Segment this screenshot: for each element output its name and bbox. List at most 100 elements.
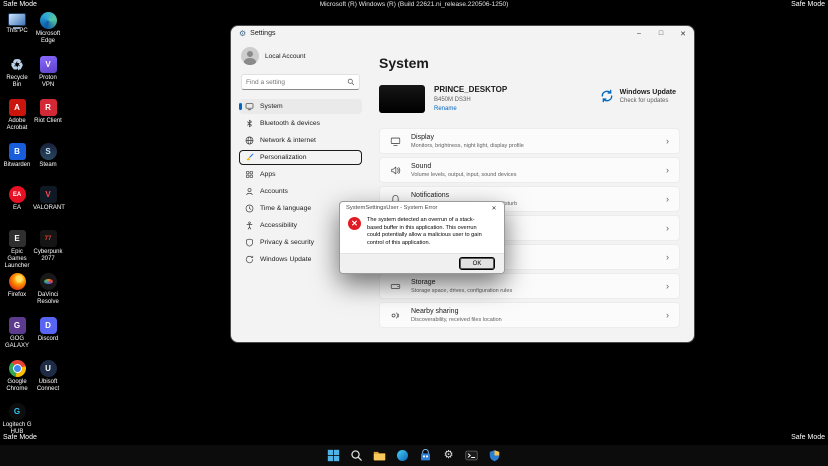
- account-section[interactable]: Local Account: [241, 47, 362, 65]
- desktop-icon-firefox[interactable]: Firefox: [2, 273, 32, 299]
- windows-update-status[interactable]: Windows Update Check for updates: [600, 85, 680, 104]
- cyberpunk-2077-icon: [40, 230, 57, 247]
- taskbar-search-button[interactable]: [348, 447, 365, 464]
- error-dialog-body: The system detected an overrun of a stac…: [340, 214, 504, 253]
- desktop-icon-bitwarden[interactable]: Bitwarden: [2, 143, 32, 169]
- windows-update-title: Windows Update: [620, 89, 676, 96]
- sidebar-item-bluetooth-devices[interactable]: Bluetooth & devices: [239, 116, 362, 131]
- sidebar-item-accounts[interactable]: Accounts: [239, 184, 362, 199]
- taskbar: ⚙: [0, 445, 828, 466]
- settings-window: ⚙ Settings – □ ✕ Local Account System: [230, 25, 695, 343]
- desktop-icon-label: Bitwarden: [2, 162, 32, 169]
- desktop-icon-label: This PC: [2, 28, 32, 35]
- desktop-icon-label: Google Chrome: [2, 379, 32, 393]
- logitech-g-hub-icon: [9, 403, 26, 420]
- safe-mode-label-bottom-right: Safe Mode: [791, 434, 825, 441]
- desktop-icon-label: Firefox: [2, 292, 32, 299]
- ok-button[interactable]: OK: [460, 258, 494, 269]
- taskbar-windows-security-button[interactable]: [486, 447, 503, 464]
- sidebar-item-apps[interactable]: Apps: [239, 167, 362, 182]
- this-pc-icon: [8, 13, 26, 26]
- settings-row-storage[interactable]: Storage Storage space, drives, configura…: [379, 273, 680, 299]
- chevron-right-icon: ›: [666, 253, 669, 262]
- chevron-right-icon: ›: [666, 282, 669, 291]
- accessibility-icon: [245, 221, 254, 230]
- gear-icon: ⚙: [444, 450, 454, 461]
- sidebar-item-label: Personalization: [260, 154, 306, 161]
- sidebar-item-label: System: [260, 103, 283, 110]
- settings-row-display[interactable]: Display Monitors, brightness, night ligh…: [379, 128, 680, 154]
- dialog-close-icon[interactable]: ✕: [486, 205, 502, 212]
- desktop-icon-ea[interactable]: EA: [2, 186, 32, 212]
- sidebar-item-personalization[interactable]: Personalization: [239, 150, 362, 165]
- desktop-icon-label: Epic Games Launcher: [2, 249, 32, 270]
- desktop-icon-epic-games-launcher[interactable]: Epic Games Launcher: [2, 230, 32, 270]
- window-title: Settings: [250, 30, 275, 37]
- desktop-icon-label: Cyberpunk 2077: [33, 249, 63, 263]
- ea-icon: [9, 186, 26, 203]
- taskbar-start-button[interactable]: [325, 447, 342, 464]
- desktop-icon-discord[interactable]: Discord: [33, 317, 63, 343]
- window-titlebar: ⚙ Settings – □ ✕: [231, 26, 694, 41]
- error-dialog: SystemSettingsUser - System Error ✕ The …: [339, 201, 505, 274]
- windows-start-icon: [327, 449, 340, 462]
- desktop-icon-valorant[interactable]: VALORANT: [33, 186, 63, 212]
- desktop-icon-ubisoft-connect[interactable]: Ubisoft Connect: [33, 360, 63, 393]
- proton-vpn-icon: [40, 56, 57, 73]
- row-subtitle: Discoverability, received files location: [411, 317, 502, 323]
- taskbar-store-button[interactable]: [417, 447, 434, 464]
- clock-icon: [245, 204, 254, 213]
- desktop-icon-gog-galaxy[interactable]: GOG GALAXY: [2, 317, 32, 350]
- sidebar-item-label: Accessibility: [260, 222, 297, 229]
- error-icon: [348, 217, 361, 230]
- chevron-right-icon: ›: [666, 311, 669, 320]
- desktop-icon-adobe-acrobat[interactable]: Adobe Acrobat: [2, 99, 32, 132]
- desktop-icon-proton-vpn[interactable]: Proton VPN: [33, 56, 63, 89]
- device-name: PRINCE_DESKTOP: [434, 85, 507, 94]
- maximize-button[interactable]: □: [650, 26, 672, 41]
- minimize-button[interactable]: –: [628, 26, 650, 41]
- window-controls: – □ ✕: [628, 26, 694, 41]
- bitwarden-icon: [9, 143, 26, 160]
- desktop-icon-recycle-bin[interactable]: Recycle Bin: [2, 56, 32, 89]
- desktop-icon-davinci-resolve[interactable]: DaVinci Resolve: [33, 273, 63, 306]
- desktop-icon-steam[interactable]: Steam: [33, 143, 63, 169]
- desktop-icon-riot-client[interactable]: Riot Client: [33, 99, 63, 125]
- terminal-icon: [465, 449, 478, 462]
- apps-grid-icon: [245, 170, 254, 179]
- settings-sidebar: Local Account System Bluetooth & devices: [231, 41, 367, 342]
- sidebar-item-label: Privacy & security: [260, 239, 314, 246]
- settings-search-box: [241, 74, 360, 90]
- sidebar-item-label: Accounts: [260, 188, 288, 195]
- close-button[interactable]: ✕: [672, 26, 694, 41]
- shield-icon: [245, 238, 254, 247]
- sidebar-item-label: Time & language: [260, 205, 311, 212]
- sidebar-item-label: Network & internet: [260, 137, 316, 144]
- chevron-right-icon: ›: [666, 137, 669, 146]
- taskbar-terminal-button[interactable]: [463, 447, 480, 464]
- settings-row-nearby-sharing[interactable]: Nearby sharing Discoverability, received…: [379, 302, 680, 328]
- row-title: Display: [411, 134, 524, 141]
- desktop-icon-label: Ubisoft Connect: [33, 379, 63, 393]
- desktop-icon-label: Riot Client: [33, 118, 63, 125]
- desktop-icon-google-chrome[interactable]: Google Chrome: [2, 360, 32, 393]
- desktop-icon-this-pc[interactable]: This PC: [2, 12, 32, 35]
- row-title: Notifications: [411, 192, 517, 199]
- taskbar-edge-button[interactable]: [394, 447, 411, 464]
- desktop-icon-microsoft-edge[interactable]: Microsoft Edge: [33, 12, 63, 45]
- rename-link[interactable]: Rename: [434, 106, 507, 112]
- desktop-icon-label: Recycle Bin: [2, 75, 32, 89]
- taskbar-settings-button[interactable]: ⚙: [440, 447, 457, 464]
- account-avatar: [241, 47, 259, 65]
- settings-row-sound[interactable]: Sound Volume levels, output, input, soun…: [379, 157, 680, 183]
- sidebar-item-system[interactable]: System: [239, 99, 362, 114]
- page-title: System: [379, 55, 680, 71]
- search-input[interactable]: [242, 79, 347, 86]
- desktop-icon-logitech-g-hub[interactable]: Logitech G HUB: [2, 403, 32, 436]
- taskbar-file-explorer-button[interactable]: [371, 447, 388, 464]
- update-arrows-icon: [245, 255, 254, 264]
- row-title: Storage: [411, 279, 512, 286]
- chevron-right-icon: ›: [666, 166, 669, 175]
- desktop-icon-cyberpunk-2077[interactable]: Cyberpunk 2077: [33, 230, 63, 263]
- sidebar-item-network-internet[interactable]: Network & internet: [239, 133, 362, 148]
